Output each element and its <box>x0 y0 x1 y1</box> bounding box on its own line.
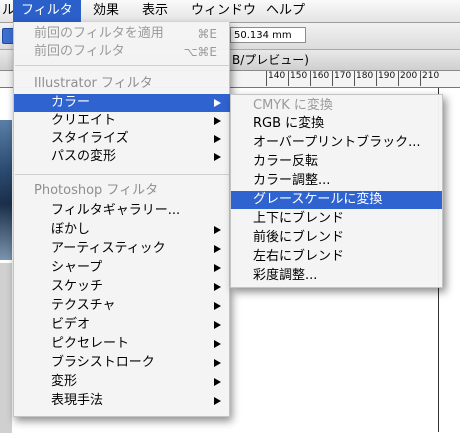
ruler-tick: 190 <box>376 71 395 86</box>
menu-item-create[interactable]: クリエイト <box>14 112 231 130</box>
menu-separator <box>15 174 229 175</box>
menu-item-label: 彩度調整... <box>253 268 318 283</box>
dimension-field[interactable]: 50.134 mm <box>230 27 306 43</box>
menu-item-label: オーバープリントブラック... <box>253 135 421 150</box>
menu-item-label: 左右にブレンド <box>253 249 345 264</box>
menu-item-stylize[interactable]: スタイライズ <box>14 130 231 148</box>
menu-item-artistic[interactable]: アーティスティック <box>14 240 231 258</box>
filter-menu: 前回のフィルタを適用 ⌘E 前回のフィルタ ⌥⌘E Illustrator フィ… <box>13 22 231 417</box>
menu-item-label: スタイライズ <box>51 131 129 146</box>
ruler-tick: 140 <box>266 71 285 86</box>
submenu-arrow-icon <box>214 153 221 161</box>
menu-item-distort[interactable]: 変形 <box>14 373 231 391</box>
menu-item-label: 前後にブレンド <box>253 230 345 245</box>
menu-item-label: 前回のフィルタ <box>34 44 125 59</box>
submenu-item-convert-rgb[interactable]: RGB に変換 <box>231 115 442 133</box>
submenu-item-adjust-colors[interactable]: カラー調整... <box>231 172 442 190</box>
submenu-item-convert-cmyk[interactable]: CMYK に変換 <box>231 97 442 115</box>
section-header-photoshop: Photoshop フィルタ <box>34 183 159 198</box>
submenu-arrow-icon <box>214 117 221 125</box>
submenu-arrow-icon <box>214 378 221 386</box>
ruler-tick: 160 <box>310 71 329 86</box>
menu-item-label: 変形 <box>51 374 78 389</box>
menu-item-apply-last-filter[interactable]: 前回のフィルタを適用 ⌘E <box>14 25 231 43</box>
menu-item-label: ブラシストローク <box>51 355 155 370</box>
ruler-tick: 200 <box>398 71 417 86</box>
menu-item-distort-path[interactable]: パスの変形 <box>14 148 231 166</box>
menu-window[interactable]: ウィンドウ <box>183 0 264 22</box>
menu-item-label: ピクセレート <box>51 336 130 351</box>
menu-item-label: フィルタギャラリー... <box>51 203 181 218</box>
submenu-arrow-icon <box>214 397 221 405</box>
menu-item-blur[interactable]: ぼかし <box>14 221 231 239</box>
menu-item-stylize-photoshop[interactable]: 表現手法 <box>14 392 231 410</box>
menu-item-label: CMYK に変換 <box>253 98 333 113</box>
menu-item-label: 表現手法 <box>51 393 104 408</box>
menu-item-label: ぼかし <box>51 222 91 237</box>
submenu-arrow-icon <box>214 264 221 272</box>
ruler-tick: 210 <box>420 71 439 86</box>
document-title: B/プレビュー) <box>232 53 309 67</box>
artwork-photo <box>0 120 12 260</box>
menu-item-label: カラー <box>51 95 91 110</box>
menu-item-brush-strokes[interactable]: ブラシストローク <box>14 354 231 372</box>
menu-help[interactable]: ヘルプ <box>258 0 313 22</box>
menu-item-label: ビデオ <box>51 317 91 332</box>
submenu-arrow-icon <box>214 321 221 329</box>
menu-item-label: パスの変形 <box>51 149 117 164</box>
menu-item-pixelate[interactable]: ピクセレート <box>14 335 231 353</box>
submenu-arrow-icon <box>214 135 221 143</box>
menu-item-texture[interactable]: テクスチャ <box>14 297 231 315</box>
submenu-arrow-icon <box>214 99 221 107</box>
shortcut-label: ⌥⌘E <box>183 45 217 59</box>
color-submenu: CMYK に変換 RGB に変換 オーバープリントブラック... カラー反転 カ… <box>230 94 443 288</box>
shortcut-label: ⌘E <box>197 27 217 41</box>
artwork-gray-panel <box>0 263 12 433</box>
menu-view[interactable]: 表示 <box>134 0 176 22</box>
submenu-arrow-icon <box>214 359 221 367</box>
ruler-tick: 180 <box>354 71 373 86</box>
submenu-item-blend-horizontally[interactable]: 左右にブレンド <box>231 248 442 266</box>
menu-effect[interactable]: 効果 <box>85 0 127 22</box>
submenu-item-saturate[interactable]: 彩度調整... <box>231 267 442 285</box>
menu-item-label: アーティスティック <box>51 241 166 256</box>
menu-item-label: スケッチ <box>51 279 104 294</box>
section-header-illustrator: Illustrator フィルタ <box>34 76 153 91</box>
submenu-item-invert-colors[interactable]: カラー反転 <box>231 153 442 171</box>
menu-bar: ル フィルタ 効果 表示 ウィンドウ ヘルプ <box>0 0 460 23</box>
submenu-item-overprint-black[interactable]: オーバープリントブラック... <box>231 134 442 152</box>
menu-item-sharpen[interactable]: シャープ <box>14 259 231 277</box>
menu-item-label: 上下にブレンド <box>253 211 345 226</box>
menu-item-label: シャープ <box>51 260 103 275</box>
menu-separator <box>15 65 229 66</box>
menu-item-label: カラー調整... <box>253 173 331 188</box>
submenu-arrow-icon <box>214 245 221 253</box>
submenu-arrow-icon <box>214 302 221 310</box>
submenu-item-blend-vertically[interactable]: 上下にブレンド <box>231 210 442 228</box>
menu-item-label: 前回のフィルタを適用 <box>34 26 164 41</box>
ruler-tick: 170 <box>332 71 351 86</box>
submenu-item-blend-front-to-back[interactable]: 前後にブレンド <box>231 229 442 247</box>
menu-item-label: クリエイト <box>51 113 117 128</box>
submenu-arrow-icon <box>214 340 221 348</box>
menu-item-filter-gallery[interactable]: フィルタギャラリー... <box>14 202 231 220</box>
menu-item-last-filter[interactable]: 前回のフィルタ ⌥⌘E <box>14 43 231 61</box>
menu-item-video[interactable]: ビデオ <box>14 316 231 334</box>
menu-item-label: グレースケールに変換 <box>253 192 383 207</box>
menu-item-color[interactable]: カラー <box>14 94 231 112</box>
ruler-tick: 150 <box>288 71 307 86</box>
menu-item-sketch[interactable]: スケッチ <box>14 278 231 296</box>
submenu-arrow-icon <box>214 226 221 234</box>
submenu-arrow-icon <box>214 283 221 291</box>
submenu-item-convert-grayscale[interactable]: グレースケールに変換 <box>231 191 442 209</box>
menu-filter[interactable]: フィルタ <box>13 0 81 22</box>
menu-item-label: テクスチャ <box>51 298 116 313</box>
menu-item-label: カラー反転 <box>253 154 319 169</box>
menu-item-label: RGB に変換 <box>253 116 325 131</box>
